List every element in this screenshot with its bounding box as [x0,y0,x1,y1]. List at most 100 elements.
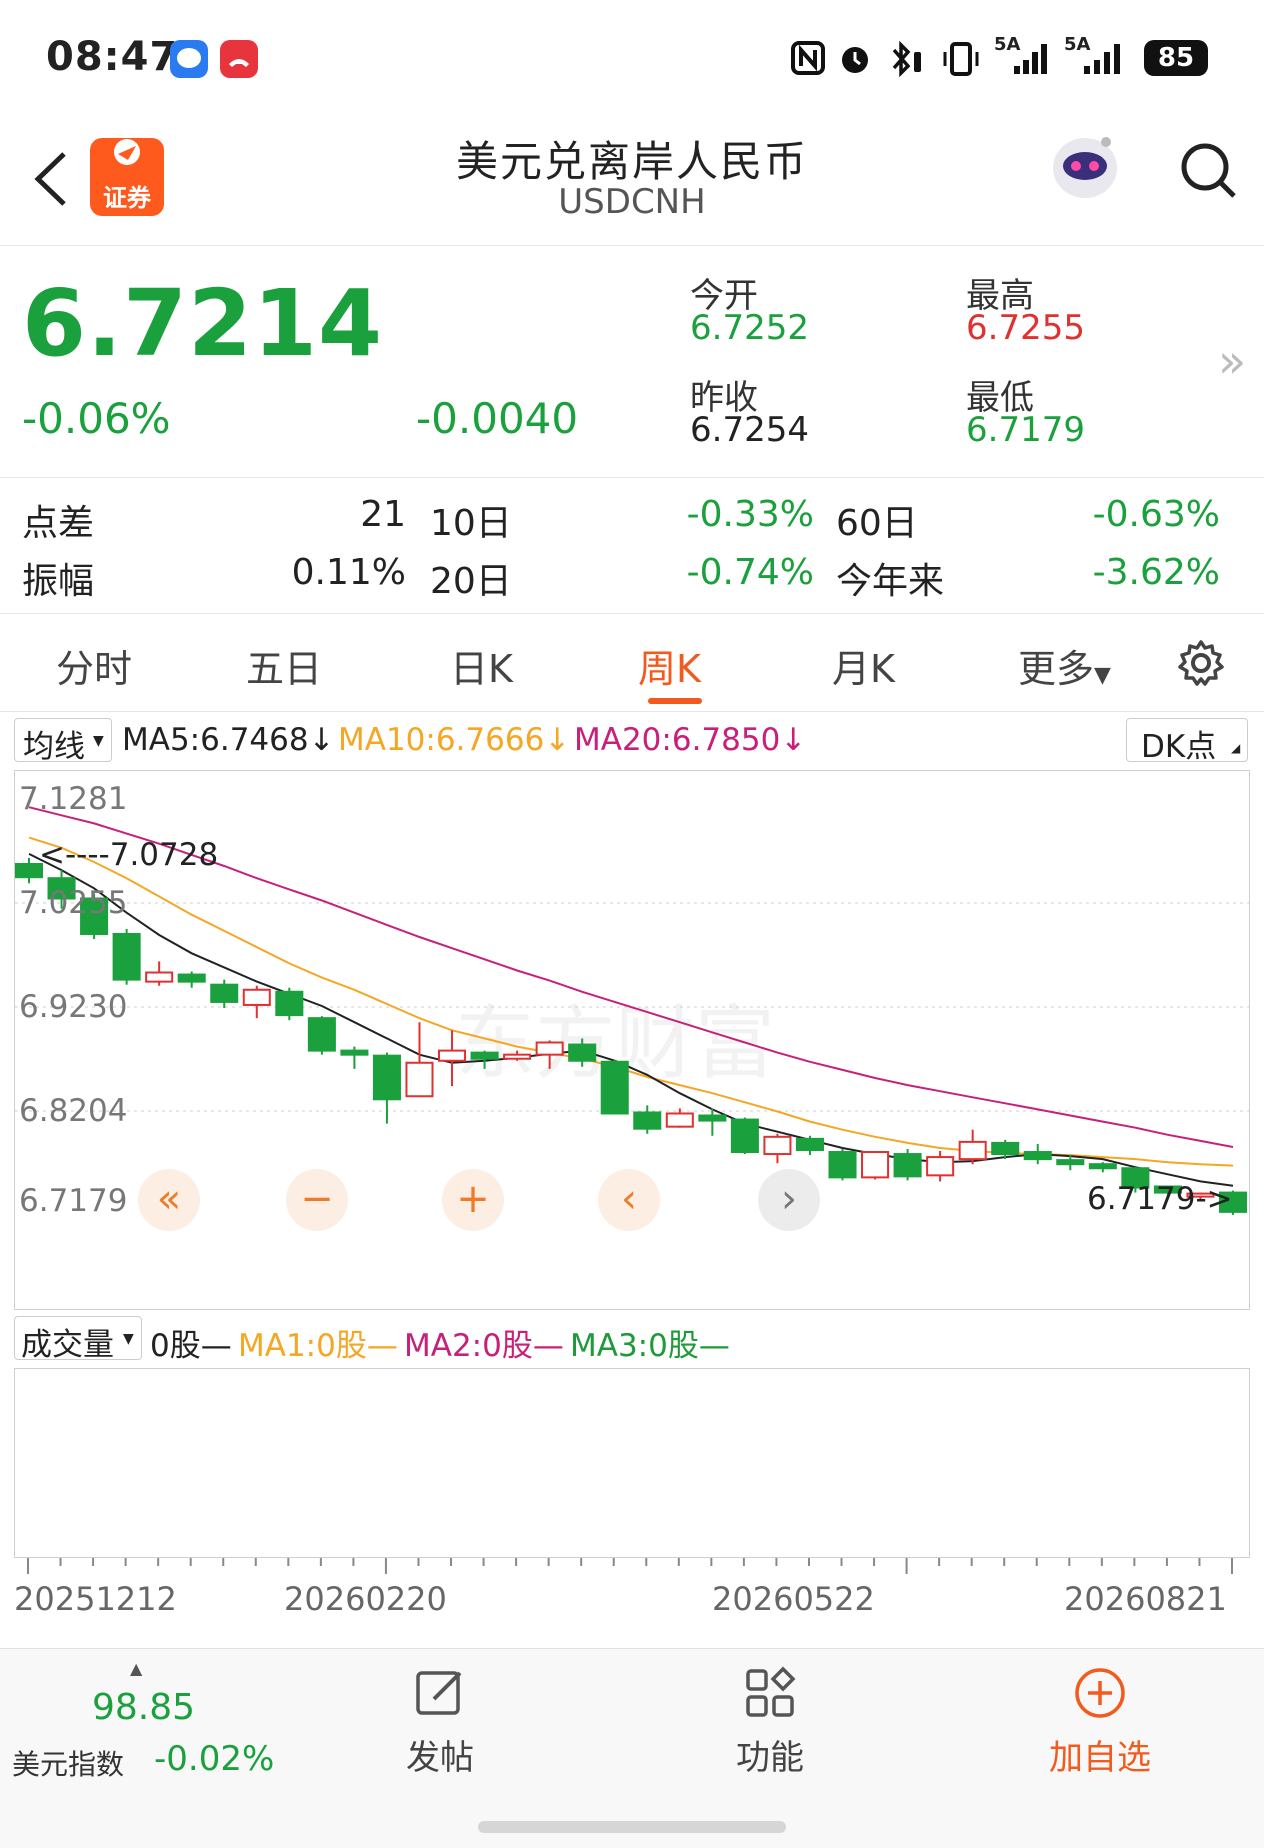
candle-body [926,1156,955,1177]
battery-icon: 85 [1144,40,1208,76]
d60-label: 60日 [836,503,918,544]
bottom-bar: ▲ 98.85 美元指数 -0.02% 发帖 功能 加自选 [0,1648,1264,1848]
open-value: 6.7252 [690,308,809,348]
alarm-icon [836,40,874,82]
candle-body [275,990,304,1017]
candle-body [1056,1159,1085,1166]
candle-body [1088,1163,1117,1170]
amplitude-label: 振幅 [22,561,95,602]
corner-triangle-icon: ◢ [1231,741,1241,755]
grid-icon [746,1666,796,1717]
paper-plane-icon [114,139,140,165]
kline-chart[interactable]: 东方财富 7.1281 7.0255 6.9230 6.8204 6.7179 <---… [14,770,1251,1310]
d60-value: -0.63% [1092,494,1220,535]
scroll-to-start-button[interactable]: « [138,1169,200,1231]
date-ticks [27,1558,1233,1574]
ma10-label: MA10:6.7666 [338,722,545,758]
spread-label: 点差 [22,503,95,544]
assistant-robot-icon[interactable] [1046,128,1124,206]
tab-monthly-k[interactable]: 月K [832,638,895,693]
functions-button[interactable]: 功能 [710,1665,830,1779]
dollar-index-name: 美元指数 [12,1748,125,1781]
candle [1023,1143,1052,1165]
candle [405,1022,434,1098]
expand-chevron-icon[interactable]: » [1218,334,1246,388]
candle-body [145,971,174,983]
signal-1-icon [1000,40,1052,82]
caret-down-icon: ▼ [93,733,104,749]
candle-body [665,1112,694,1128]
indicator-select[interactable]: 均线 ▼ [14,718,112,765]
post-button[interactable]: 发帖 [380,1665,500,1779]
candle-body [861,1151,890,1179]
change-amount: -0.0040 [416,394,579,443]
candle [958,1129,987,1165]
caret-down-icon: ▼ [123,1331,134,1347]
signal-2-icon [1070,40,1132,82]
candle [1088,1162,1117,1173]
dollar-index-value: 98.85 [92,1687,196,1728]
ma20-readout: MA20:6.7850↓ [574,722,806,758]
dk-point-button[interactable]: DK点 ◢ [1126,718,1248,765]
candle [861,1151,890,1180]
app-logo[interactable]: 证券 [90,138,164,216]
page-subtitle: USDCNH [558,182,706,222]
volume-select-label: 成交量 [21,1327,114,1363]
chevron-left-icon [34,152,66,206]
add-watchlist-button[interactable]: 加自选 [1030,1665,1170,1779]
prev-close-value: 6.7254 [690,410,809,450]
tab-daily-k[interactable]: 日K [450,638,513,693]
gear-icon [1178,640,1224,686]
tab-weekly-k[interactable]: 周K [638,638,701,693]
candle [372,1052,401,1124]
scroll-left-button[interactable]: ‹ [598,1169,660,1231]
scroll-right-button[interactable]: › [758,1169,820,1231]
date-label: 20251212 [14,1580,177,1618]
date-axis: 20251212 20260220 20260522 20260821 [0,1558,1264,1638]
caret-up-icon: ▲ [130,1659,143,1678]
candle-body [958,1140,987,1161]
ytd-value: -3.62% [1092,552,1220,593]
dollar-index-widget[interactable]: ▲ 98.85 美元指数 -0.02% [12,1659,282,1789]
tab-five-day[interactable]: 五日 [246,638,322,693]
spread-value: 21 [360,494,406,535]
add-watchlist-label: 加自选 [1049,1738,1151,1778]
candle-body [730,1118,759,1154]
candle [242,985,271,1019]
date-label: 20260220 [284,1580,447,1618]
candle [275,987,304,1021]
search-button[interactable] [1178,140,1240,202]
candle-body [242,988,271,1006]
tab-intraday[interactable]: 分时 [56,638,132,693]
candle-body [112,932,141,981]
indicator-select-label: 均线 [23,729,85,765]
date-label: 20260821 [1064,1580,1227,1618]
volume-chart[interactable] [14,1368,1250,1558]
settings-button[interactable] [1176,638,1226,692]
tab-more-label: 更多 [1018,647,1095,691]
zoom-in-button[interactable]: + [442,1169,504,1231]
volume-ma3: MA3:0股— [570,1328,730,1364]
candle-body [698,1114,727,1122]
candle-body [535,1041,564,1056]
dk-label: DK点 [1141,729,1217,765]
change-percent: -0.06% [22,394,171,443]
max-annotation: <----7.0728 [39,837,218,873]
zoom-out-button[interactable]: − [286,1169,348,1231]
plus-circle-icon [1075,1668,1125,1718]
volume-select[interactable]: 成交量 ▼ [14,1316,142,1363]
last-price: 6.7214 [22,270,384,377]
ma20-label: MA20:6.7850 [574,722,781,758]
ma-indicator-bar: 均线 ▼ MA5:6.7468↓ MA10:6.7666↓ MA20:6.785… [0,712,1264,768]
candle [112,928,141,985]
back-button[interactable] [26,144,76,214]
message-app-icon [170,40,208,78]
candle-body [372,1054,401,1101]
y-tick-label: 7.1281 [19,781,127,817]
candle [828,1148,857,1181]
candle [600,1059,629,1115]
tab-more[interactable]: 更多▼ [1018,638,1111,693]
amplitude-value: 0.11% [291,552,406,593]
functions-label: 功能 [736,1738,804,1778]
volume-ma1: MA1:0股— [238,1328,398,1364]
